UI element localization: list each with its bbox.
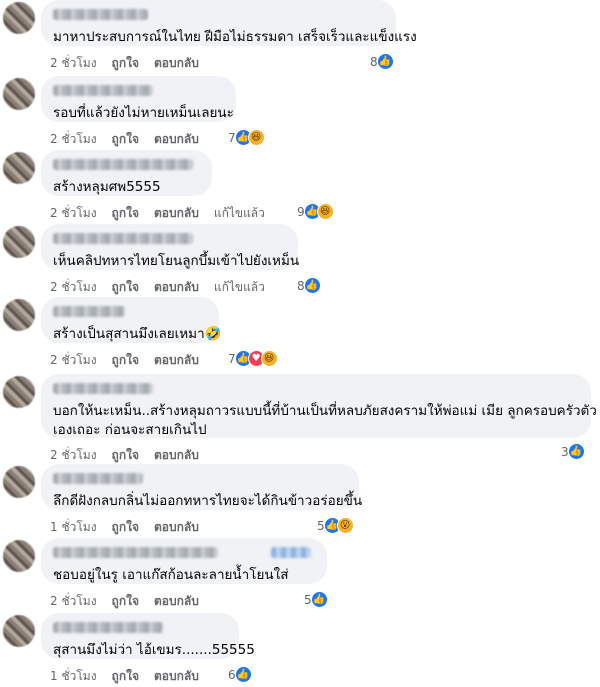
reaction-summary[interactable]: 8 👍: [370, 53, 394, 70]
edited-label: แก้ไขแล้ว: [213, 280, 265, 294]
commenter-badge: [271, 547, 311, 558]
comment-text: เห็นคลิปทหารไทยโยนลูกบึ้มเข้าไปยังเหม็น: [53, 253, 300, 269]
comment-bubble: ลึกดีฝังกลบกลิ่นไม่ออกทหารไทยจะได้กินข้า…: [41, 464, 363, 510]
thumbs-up-icon: 👍: [567, 443, 585, 460]
reply-button[interactable]: ตอบกลับ: [154, 669, 199, 683]
like-button[interactable]: ถูกใจ: [112, 206, 139, 220]
thumbs-up-icon: 👍: [310, 591, 328, 608]
comment-bubble: มาหาประสบการณ์ในไทย ฝีมือไม่ธรรมดา เสร็จ…: [41, 0, 417, 46]
timestamp[interactable]: 1 ชั่วโมง: [50, 669, 97, 683]
commenter-name[interactable]: [53, 306, 125, 317]
avatar[interactable]: [3, 2, 35, 34]
comment-text: สร้างหลุมศพ5555: [53, 179, 161, 195]
comment-bubble: รอบที่แล้วยังไม่หายเหม็นเลยนะ: [41, 76, 236, 122]
reply-button[interactable]: ตอบกลับ: [154, 353, 199, 367]
comment-text: รอบที่แล้วยังไม่หายเหม็นเลยนะ: [53, 105, 234, 121]
reaction-summary[interactable]: 5 👍 😮: [317, 517, 354, 534]
avatar[interactable]: [3, 78, 35, 110]
avatar[interactable]: [3, 615, 35, 647]
commenter-name[interactable]: [53, 159, 193, 170]
comment-bubble: เห็นคลิปทหารไทยโยนลูกบึ้มเข้าไปยังเหม็น: [41, 224, 300, 270]
thumbs-up-icon: 👍: [303, 277, 321, 294]
commenter-name[interactable]: [53, 473, 143, 484]
comment-bubble: ชอบอยู่ในรู เอาแก๊สก้อนละลายน้ำโยนใส่: [41, 538, 327, 584]
avatar[interactable]: [3, 376, 35, 408]
thumbs-up-icon: 👍: [234, 666, 252, 683]
laughing-face-icon: 😆: [247, 129, 265, 146]
comment-actions: 2 ชั่วโมง ถูกใจ ตอบกลับ แก้ไขแล้ว: [50, 278, 280, 297]
reaction-summary[interactable]: 3 👍: [561, 443, 585, 460]
reaction-summary[interactable]: 6 👍: [228, 666, 252, 683]
like-button[interactable]: ถูกใจ: [112, 520, 139, 534]
reply-button[interactable]: ตอบกลับ: [154, 56, 199, 70]
reply-button[interactable]: ตอบกลับ: [154, 132, 199, 146]
comment-bubble: สร้างเป็นสุสานมึงเลยเหมา🤣: [41, 297, 222, 343]
comment-actions: 1 ชั่วโมง ถูกใจ ตอบกลับ: [50, 667, 214, 686]
comment-text: ลึกดีฝังกลบกลิ่นไม่ออกทหารไทยจะได้กินข้า…: [53, 493, 363, 509]
edited-label: แก้ไขแล้ว: [213, 206, 265, 220]
reaction-summary[interactable]: 7 👍 😆: [228, 129, 265, 146]
timestamp[interactable]: 2 ชั่วโมง: [50, 132, 97, 146]
reply-button[interactable]: ตอบกลับ: [154, 280, 199, 294]
like-button[interactable]: ถูกใจ: [112, 669, 139, 683]
commenter-name[interactable]: [53, 383, 153, 394]
timestamp[interactable]: 2 ชั่วโมง: [50, 594, 97, 608]
timestamp[interactable]: 2 ชั่วโมง: [50, 56, 97, 70]
avatar[interactable]: [3, 152, 35, 184]
reply-button[interactable]: ตอบกลับ: [154, 206, 199, 220]
laughing-face-icon: 😆: [316, 203, 334, 220]
comment-text-line1: บอกให้นะเหม็น..สร้างหลุมถาวรแบบนี้ที่บ้า…: [53, 403, 597, 419]
comment-bubble: สุสานมึงไม่ว่า ไอ้เขมร.......55555: [41, 613, 255, 659]
comment-text-line2: เองเถอะ ก่อนจะสายเกินไป: [53, 422, 207, 438]
commenter-name[interactable]: [53, 547, 218, 558]
surprised-face-icon: 😮: [336, 517, 354, 534]
reply-button[interactable]: ตอบกลับ: [154, 448, 199, 462]
comment-text: ชอบอยู่ในรู เอาแก๊สก้อนละลายน้ำโยนใส่: [53, 567, 289, 583]
like-button[interactable]: ถูกใจ: [112, 132, 139, 146]
timestamp[interactable]: 2 ชั่วโมง: [50, 353, 97, 367]
comment-actions: 2 ชั่วโมง ถูกใจ ตอบกลับ: [50, 592, 214, 611]
comment-actions: 2 ชั่วโมง ถูกใจ ตอบกลับ: [50, 54, 214, 73]
avatar[interactable]: [3, 226, 35, 258]
timestamp[interactable]: 1 ชั่วโมง: [50, 520, 97, 534]
comment-text: มาหาประสบการณ์ในไทย ฝีมือไม่ธรรมดา เสร็จ…: [53, 29, 417, 45]
like-button[interactable]: ถูกใจ: [112, 56, 139, 70]
like-button[interactable]: ถูกใจ: [112, 280, 139, 294]
comment-actions: 2 ชั่วโมง ถูกใจ ตอบกลับ: [50, 351, 214, 370]
comment-text: สร้างเป็นสุสานมึงเลยเหมา🤣: [53, 326, 222, 342]
comment-text: สุสานมึงไม่ว่า ไอ้เขมร.......55555: [53, 642, 255, 658]
commenter-name[interactable]: [53, 85, 153, 96]
comment-actions: 2 ชั่วโมง ถูกใจ ตอบกลับ: [50, 446, 214, 465]
comment-actions: 2 ชั่วโมง ถูกใจ ตอบกลับ แก้ไขแล้ว: [50, 204, 280, 223]
timestamp[interactable]: 2 ชั่วโมง: [50, 448, 97, 462]
reaction-summary[interactable]: 9 👍 😆: [297, 203, 334, 220]
like-button[interactable]: ถูกใจ: [112, 448, 139, 462]
thumbs-up-icon: 👍: [376, 53, 394, 70]
comment-actions: 1 ชั่วโมง ถูกใจ ตอบกลับ: [50, 518, 214, 537]
comment-actions: 2 ชั่วโมง ถูกใจ ตอบกลับ: [50, 130, 214, 149]
commenter-name[interactable]: [53, 9, 148, 20]
reaction-summary[interactable]: 7 👍 ♥ 😆: [228, 350, 278, 367]
laughing-face-icon: 😆: [260, 350, 278, 367]
like-button[interactable]: ถูกใจ: [112, 594, 139, 608]
reaction-summary[interactable]: 5 👍: [304, 591, 328, 608]
comment-bubble: สร้างหลุมศพ5555: [41, 150, 212, 196]
commenter-name[interactable]: [53, 622, 163, 633]
timestamp[interactable]: 2 ชั่วโมง: [50, 280, 97, 294]
like-button[interactable]: ถูกใจ: [112, 353, 139, 367]
commenter-name[interactable]: [53, 233, 193, 244]
reply-button[interactable]: ตอบกลับ: [154, 520, 199, 534]
timestamp[interactable]: 2 ชั่วโมง: [50, 206, 97, 220]
avatar[interactable]: [3, 540, 35, 572]
reaction-summary[interactable]: 8 👍: [297, 277, 321, 294]
avatar[interactable]: [3, 466, 35, 498]
avatar[interactable]: [3, 299, 35, 331]
reply-button[interactable]: ตอบกลับ: [154, 594, 199, 608]
comment-bubble: บอกให้นะเหม็น..สร้างหลุมถาวรแบบนี้ที่บ้า…: [41, 374, 597, 438]
